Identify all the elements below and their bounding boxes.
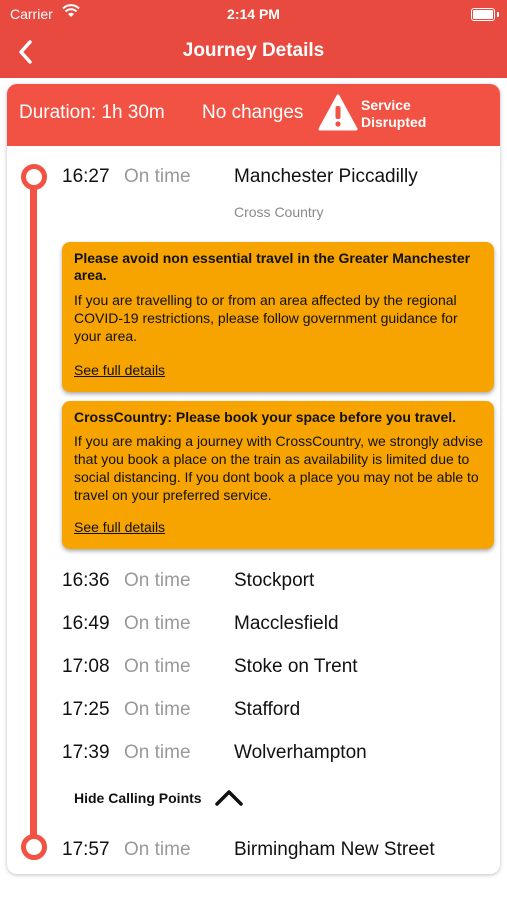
page-title: Journey Details: [182, 40, 325, 61]
stop-status: On time: [124, 656, 191, 677]
destination-stop-row: 17:57 On time Birmingham New Street: [7, 839, 500, 869]
stop-time: 17:25: [62, 699, 110, 720]
alert-card: CrossCountry: Please book your space bef…: [62, 401, 494, 549]
stop-time: 17:08: [62, 656, 110, 677]
alert-body: If you are making a journey with CrossCo…: [74, 433, 484, 503]
calling-point-row: 17:08 On time Stoke on Trent: [7, 656, 500, 686]
stop-station: Wolverhampton: [234, 742, 367, 763]
stop-station: Stafford: [234, 699, 301, 720]
see-full-details-link[interactable]: See full details: [74, 519, 165, 535]
stop-station: Manchester Piccadilly: [234, 166, 418, 187]
duration-label: Duration: 1h 30m: [19, 102, 165, 123]
warning-icon: [318, 94, 358, 131]
stop-status: On time: [124, 613, 191, 634]
stop-station: Macclesfield: [234, 613, 339, 634]
stop-time: 17:39: [62, 742, 110, 763]
stop-status: On time: [124, 742, 191, 763]
stop-time: 17:57: [62, 839, 110, 860]
see-full-details-link[interactable]: See full details: [74, 362, 165, 378]
clock: 2:14 PM: [227, 6, 280, 22]
calling-point-row: 16:49 On time Macclesfield: [7, 613, 500, 643]
stop-status: On time: [124, 166, 191, 187]
changes-label: No changes: [202, 102, 304, 123]
stop-time: 16:27: [62, 166, 110, 187]
stop-station: Birmingham New Street: [234, 839, 435, 860]
journey-card: Duration: 1h 30m No changes Service Disr…: [7, 84, 500, 874]
calling-point-row: 16:36 On time Stockport: [7, 570, 500, 600]
disruption-line-1: Service: [361, 97, 411, 113]
origin-stop-row: 16:27 On time Manchester Piccadilly: [7, 166, 500, 196]
stop-time: 16:49: [62, 613, 110, 634]
battery-icon: [471, 8, 499, 21]
stop-station: Stockport: [234, 570, 315, 591]
calling-point-row: 17:25 On time Stafford: [7, 699, 500, 729]
stop-status: On time: [124, 570, 191, 591]
alert-title: Please avoid non essential travel in the…: [74, 250, 471, 283]
stop-time: 16:36: [62, 570, 110, 591]
chevron-up-icon[interactable]: [214, 788, 244, 808]
alert-card: Please avoid non essential travel in the…: [62, 242, 494, 392]
stop-status: On time: [124, 699, 191, 720]
status-bar: Carrier 2:14 PM: [0, 0, 507, 28]
content-area: Duration: 1h 30m No changes Service Disr…: [0, 78, 507, 900]
journey-summary: Duration: 1h 30m No changes Service Disr…: [7, 84, 500, 146]
stop-station: Stoke on Trent: [234, 656, 358, 677]
alert-body: If you are travelling to or from an area…: [74, 292, 458, 344]
navigation-bar: Journey Details: [0, 28, 507, 78]
operator-label: Cross Country: [234, 204, 324, 220]
calling-point-row: 17:39 On time Wolverhampton: [7, 742, 500, 772]
service-disrupted-badge: Service Disrupted: [361, 97, 426, 131]
stop-status: On time: [124, 839, 191, 860]
hide-calling-points-button[interactable]: Hide Calling Points: [74, 790, 202, 806]
alert-title: CrossCountry: Please book your space bef…: [74, 409, 457, 425]
disruption-line-2: Disrupted: [361, 114, 427, 130]
